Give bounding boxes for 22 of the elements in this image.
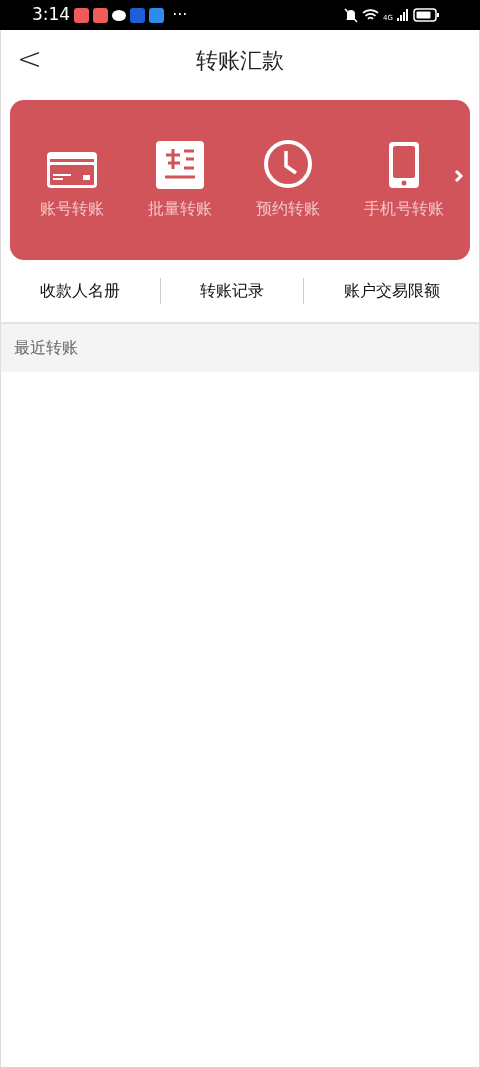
card-icon — [46, 151, 98, 189]
signal-icon — [397, 9, 409, 21]
phone-icon — [388, 141, 420, 189]
page-title: 转账汇款 — [196, 46, 284, 75]
app-icon — [93, 7, 109, 23]
clock-icon — [263, 139, 313, 189]
document-icon — [156, 141, 204, 189]
app-icon — [130, 7, 146, 23]
muted-bell-icon — [344, 7, 359, 23]
chat-icon — [112, 9, 127, 21]
shortcut-link[interactable]: 收款人名册 — [40, 279, 121, 303]
shortcut-link[interactable]: 转账记录 — [200, 279, 264, 303]
shortcut-link[interactable]: 账户交易限额 — [343, 279, 440, 303]
status-time: 3:14 — [32, 3, 71, 27]
back-button[interactable]: < — [17, 42, 43, 76]
battery-icon — [413, 8, 440, 22]
section-title: 最近转账 — [14, 337, 78, 359]
chevron-right-icon[interactable] — [454, 169, 464, 183]
wifi-icon — [362, 8, 380, 22]
app-icon — [74, 7, 90, 23]
more-notifications-icon: ··· — [172, 3, 188, 27]
app-icon — [149, 7, 165, 23]
